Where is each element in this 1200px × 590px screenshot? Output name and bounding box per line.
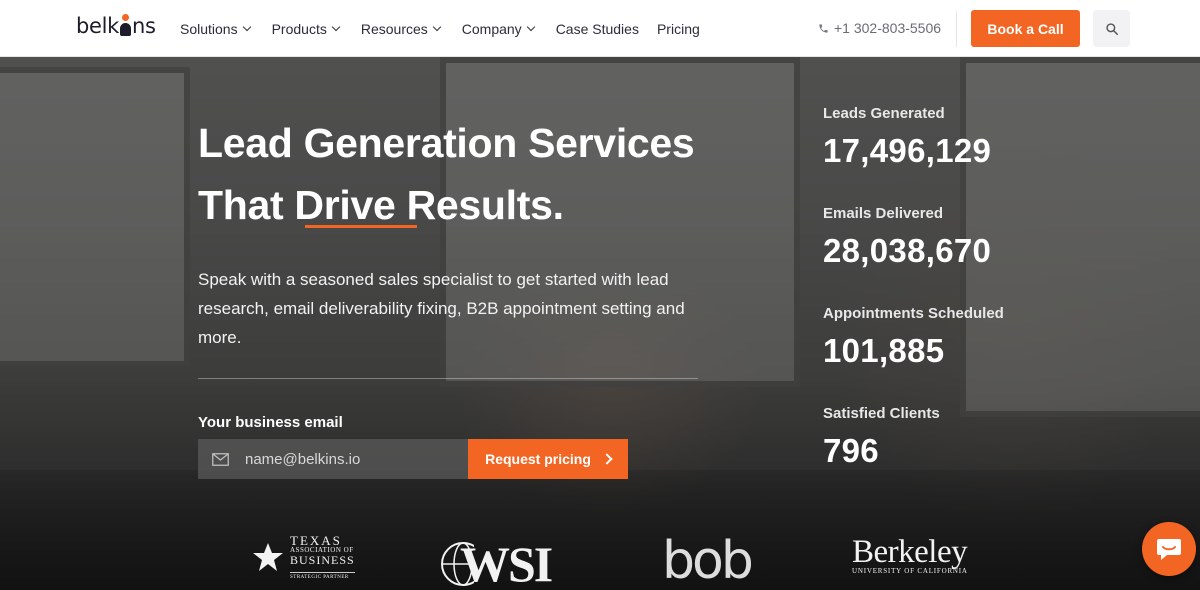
hero-divider: [198, 378, 698, 379]
main-menu: Solutions Products Resources Company Cas…: [180, 0, 722, 57]
nav-label: Company: [461, 20, 522, 37]
chevron-down-icon: [432, 22, 442, 31]
stat-leads-generated: Leads Generated 17,496,129: [823, 105, 1004, 205]
nav-item-case-studies[interactable]: Case Studies: [556, 21, 639, 37]
nav-label: Solutions: [180, 20, 238, 37]
chevron-down-icon: [242, 22, 251, 31]
belkins-logo[interactable]: belk ns: [76, 14, 156, 38]
logo-text-start: belk: [76, 14, 120, 38]
nav-label: Pricing: [656, 20, 700, 37]
email-label: Your business email: [198, 414, 343, 431]
email-input[interactable]: [245, 450, 445, 468]
texas-line-4: STRATEGIC PARTNER: [290, 572, 355, 580]
berkeley-subtitle: UNIVERSITY OF CALIFORNIA: [852, 567, 968, 575]
nav-item-resources[interactable]: Resources: [360, 20, 442, 37]
hero-title: Lead Generation Services That Drive Resu…: [198, 112, 695, 236]
title-accent-underline: [305, 225, 417, 228]
uc-berkeley-logo: Berkeley UNIVERSITY OF CALIFORNIA: [852, 534, 968, 576]
stat-emails-delivered: Emails Delivered 28,038,670: [823, 205, 1004, 305]
texas-association-of-business-logo: TEXAS ASSOCIATION OF BUSINESS STRATEGIC …: [252, 534, 355, 580]
search-button[interactable]: [1093, 10, 1130, 47]
stat-value: 17,496,129: [823, 132, 992, 169]
nav-item-products[interactable]: Products: [271, 20, 341, 37]
request-pricing-label: Request pricing: [485, 451, 591, 467]
bob-logo: bob: [662, 531, 754, 590]
wsi-wordmark: WSI: [460, 536, 553, 590]
search-icon: [1105, 22, 1118, 35]
hero-title-line-2: That Drive Results.: [198, 182, 564, 228]
partner-logos: TEXAS ASSOCIATION OF BUSINESS STRATEGIC …: [0, 525, 1200, 590]
request-pricing-button[interactable]: Request pricing: [468, 439, 628, 479]
stat-value: 28,038,670: [823, 232, 992, 269]
phone-link[interactable]: +1 302-803-5506: [818, 20, 941, 36]
chat-bubble-icon: [1157, 539, 1181, 560]
nav-label: Case Studies: [555, 20, 639, 37]
stat-label: Satisfied Clients: [823, 405, 940, 422]
hero-section: Lead Generation Services That Drive Resu…: [0, 57, 1200, 590]
phone-icon: [819, 23, 828, 33]
logo-text-end: ns: [132, 14, 156, 38]
chevron-down-icon: [331, 22, 341, 31]
nav-item-pricing[interactable]: Pricing: [657, 21, 700, 37]
nav-label: Resources: [360, 20, 428, 37]
nav-divider: [956, 11, 957, 47]
phone-number: +1 302-803-5506: [834, 20, 942, 36]
texas-line-3: BUSINESS: [290, 553, 355, 567]
stat-label: Appointments Scheduled: [823, 305, 1004, 322]
stat-label: Emails Delivered: [823, 205, 944, 222]
logo-i-mark-icon: [120, 14, 132, 38]
chevron-right-icon: [601, 453, 613, 465]
stat-satisfied-clients: Satisfied Clients 796: [823, 405, 1004, 505]
nav-item-company[interactable]: Company: [461, 20, 535, 37]
email-field-wrapper: [198, 439, 468, 479]
berkeley-wordmark: Berkeley: [852, 534, 968, 570]
top-navigation: belk ns Solutions Products Resources Com…: [0, 0, 1200, 57]
wsi-logo: WSI: [440, 535, 553, 590]
hero-title-line-1: Lead Generation Services: [198, 120, 695, 166]
nav-item-solutions[interactable]: Solutions: [180, 20, 251, 37]
book-a-call-button[interactable]: Book a Call: [971, 10, 1080, 47]
chevron-down-icon: [526, 22, 535, 31]
mail-icon: [212, 452, 229, 466]
stat-value: 101,885: [823, 332, 945, 369]
nav-label: Products: [271, 20, 327, 37]
hero-description: Speak with a seasoned sales specialist t…: [198, 270, 685, 347]
star-icon: [253, 543, 283, 571]
stat-appointments-scheduled: Appointments Scheduled 101,885: [823, 305, 1004, 405]
stat-value: 796: [823, 432, 879, 469]
stat-label: Leads Generated: [823, 105, 945, 122]
stats-panel: Leads Generated 17,496,129 Emails Delive…: [823, 105, 1004, 505]
chat-widget-button[interactable]: [1142, 522, 1196, 576]
